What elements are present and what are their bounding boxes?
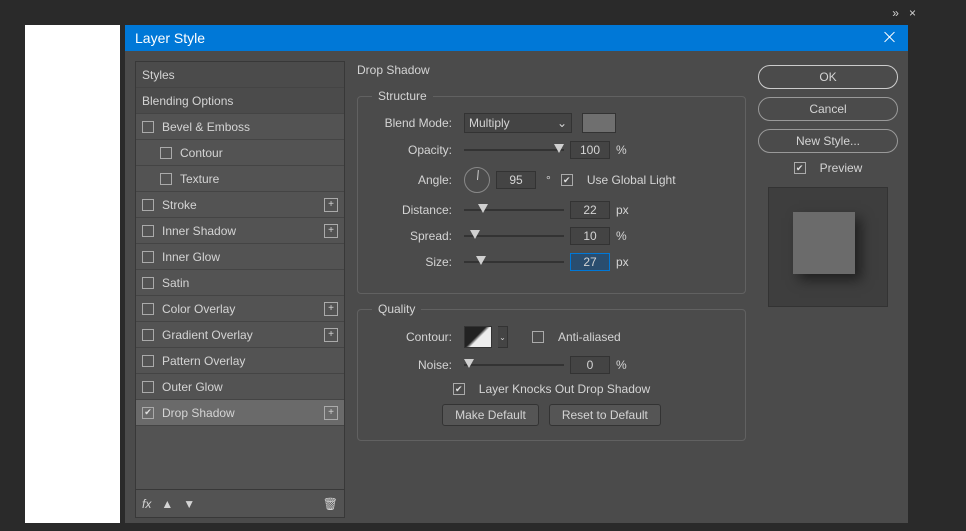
stroke-row[interactable]: Stroke+ <box>136 192 344 218</box>
opacity-slider[interactable] <box>464 143 564 157</box>
collapse-icon[interactable]: » <box>892 6 899 20</box>
anti-aliased-label: Anti-aliased <box>558 330 621 344</box>
angle-input[interactable]: 95 <box>496 171 536 189</box>
fx-icon[interactable]: fx <box>142 497 151 511</box>
quality-group: Quality Contour: ⌄ Anti-aliased Noise: 0… <box>357 302 746 441</box>
spread-slider[interactable] <box>464 229 564 243</box>
checkbox-icon[interactable] <box>142 225 154 237</box>
angle-dial[interactable] <box>464 167 490 193</box>
satin-row[interactable]: Satin <box>136 270 344 296</box>
checkbox-icon[interactable] <box>142 355 154 367</box>
plus-icon[interactable]: + <box>324 224 338 238</box>
checkbox-icon[interactable] <box>160 147 172 159</box>
contour-dropdown-icon[interactable]: ⌄ <box>498 326 508 348</box>
opacity-input[interactable]: 100 <box>570 141 610 159</box>
close-icon[interactable] <box>882 30 898 46</box>
canvas-background <box>25 25 120 523</box>
make-default-button[interactable]: Make Default <box>442 404 539 426</box>
structure-group: Structure Blend Mode: Multiply⌄ Opacity:… <box>357 89 746 294</box>
plus-icon[interactable]: + <box>324 198 338 212</box>
dialog-titlebar: Layer Style <box>125 25 908 51</box>
trash-icon[interactable]: 🗑 <box>323 497 338 511</box>
texture-row[interactable]: Texture <box>136 166 344 192</box>
inner-glow-row[interactable]: Inner Glow <box>136 244 344 270</box>
structure-legend: Structure <box>372 89 433 103</box>
checkbox-icon[interactable] <box>142 329 154 341</box>
contour-row[interactable]: Contour <box>136 140 344 166</box>
bevel-emboss-row[interactable]: Bevel & Emboss <box>136 114 344 140</box>
checkbox-icon[interactable] <box>142 199 154 211</box>
anti-aliased-checkbox[interactable] <box>532 331 544 343</box>
noise-slider[interactable] <box>464 358 564 372</box>
global-light-label: Use Global Light <box>587 173 676 187</box>
angle-label: Angle: <box>372 173 452 187</box>
checkbox-icon[interactable] <box>142 277 154 289</box>
noise-label: Noise: <box>372 358 452 372</box>
contour-swatch[interactable] <box>464 326 492 348</box>
preview-label: Preview <box>820 161 863 175</box>
checkbox-icon[interactable]: ✔ <box>142 407 154 419</box>
size-input[interactable]: 27 <box>570 253 610 271</box>
contour-label: Contour: <box>372 330 452 344</box>
reset-default-button[interactable]: Reset to Default <box>549 404 661 426</box>
color-overlay-row[interactable]: Color Overlay+ <box>136 296 344 322</box>
distance-label: Distance: <box>372 203 452 217</box>
blending-options-row[interactable]: Blending Options <box>136 88 344 114</box>
preview-checkbox[interactable]: ✔ <box>794 162 806 174</box>
styles-header[interactable]: Styles <box>136 62 344 88</box>
new-style-button[interactable]: New Style... <box>758 129 898 153</box>
section-title: Drop Shadow <box>357 63 746 77</box>
knockout-label: Layer Knocks Out Drop Shadow <box>479 382 650 396</box>
layer-style-dialog: Layer Style Styles Blending Options Beve… <box>125 25 908 523</box>
actions-column: OK Cancel New Style... ✔ Preview <box>758 61 898 518</box>
spread-input[interactable]: 10 <box>570 227 610 245</box>
styles-footer: fx ▲ ▼ 🗑 <box>135 490 345 518</box>
blend-mode-select[interactable]: Multiply⌄ <box>464 113 572 133</box>
blend-mode-label: Blend Mode: <box>372 116 452 130</box>
global-light-checkbox[interactable]: ✔ <box>561 174 573 186</box>
panel-topbar: » × <box>892 6 916 20</box>
pattern-overlay-row[interactable]: Pattern Overlay <box>136 348 344 374</box>
distance-slider[interactable] <box>464 203 564 217</box>
quality-legend: Quality <box>372 302 421 316</box>
checkbox-icon[interactable] <box>142 381 154 393</box>
shadow-color-swatch[interactable] <box>582 113 616 133</box>
settings-column: Drop Shadow Structure Blend Mode: Multip… <box>357 61 746 518</box>
inner-shadow-row[interactable]: Inner Shadow+ <box>136 218 344 244</box>
distance-input[interactable]: 22 <box>570 201 610 219</box>
opacity-label: Opacity: <box>372 143 452 157</box>
size-label: Size: <box>372 255 452 269</box>
chevron-down-icon: ⌄ <box>557 116 567 130</box>
gradient-overlay-row[interactable]: Gradient Overlay+ <box>136 322 344 348</box>
panel-close-icon[interactable]: × <box>909 6 916 20</box>
ok-button[interactable]: OK <box>758 65 898 89</box>
arrow-down-icon[interactable]: ▼ <box>183 497 195 511</box>
plus-icon[interactable]: + <box>324 302 338 316</box>
drop-shadow-row[interactable]: ✔Drop Shadow+ <box>136 400 344 426</box>
checkbox-icon[interactable] <box>142 121 154 133</box>
arrow-up-icon[interactable]: ▲ <box>161 497 173 511</box>
size-slider[interactable] <box>464 255 564 269</box>
checkbox-icon[interactable] <box>142 303 154 315</box>
spread-label: Spread: <box>372 229 452 243</box>
dialog-title: Layer Style <box>135 30 205 46</box>
styles-column: Styles Blending Options Bevel & Emboss C… <box>135 61 345 518</box>
checkbox-icon[interactable] <box>160 173 172 185</box>
plus-icon[interactable]: + <box>324 406 338 420</box>
noise-input[interactable]: 0 <box>570 356 610 374</box>
cancel-button[interactable]: Cancel <box>758 97 898 121</box>
outer-glow-row[interactable]: Outer Glow <box>136 374 344 400</box>
checkbox-icon[interactable] <box>142 251 154 263</box>
knockout-checkbox[interactable]: ✔ <box>453 383 465 395</box>
preview-thumbnail <box>768 187 888 307</box>
plus-icon[interactable]: + <box>324 328 338 342</box>
